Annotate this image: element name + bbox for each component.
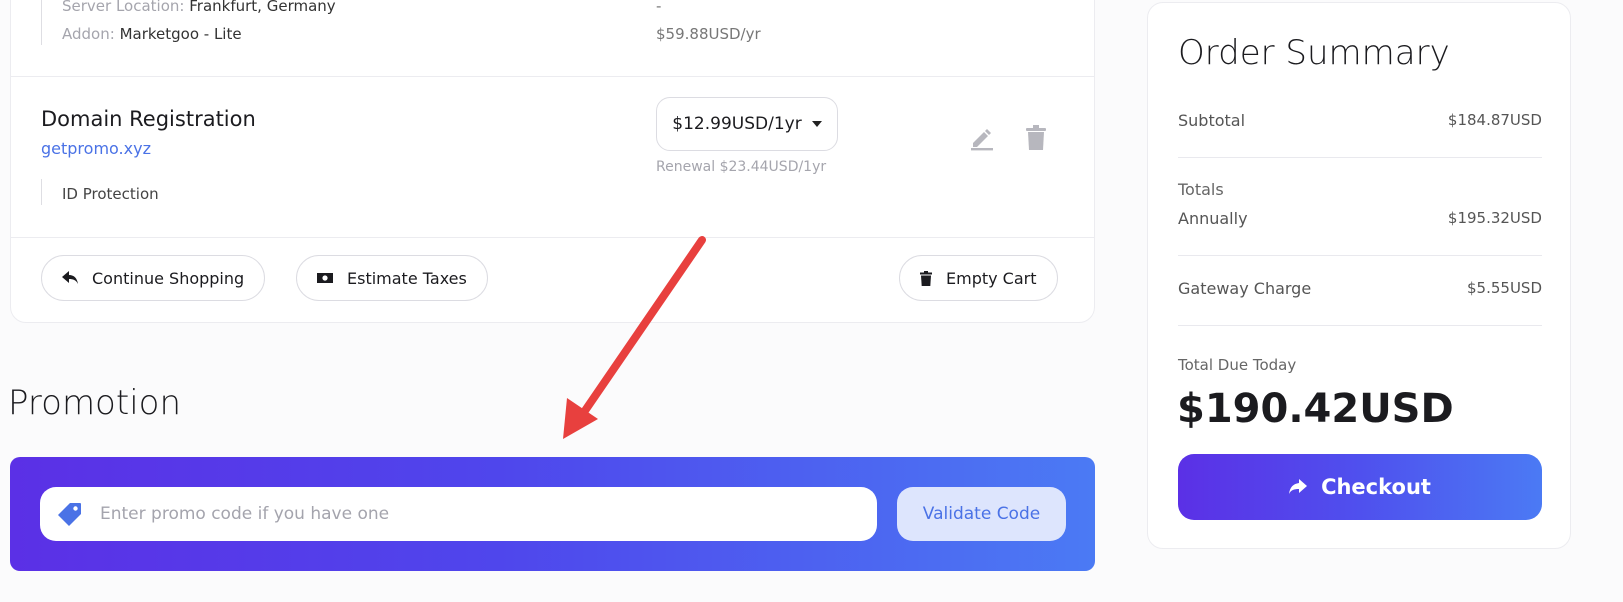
order-summary-panel: Order Summary Subtotal $184.87USD Totals… [1147, 2, 1571, 549]
annually-value: $195.32USD [1447, 209, 1542, 227]
promo-code-input[interactable] [100, 504, 860, 524]
divider [1178, 325, 1542, 326]
domain-price-select[interactable]: $12.99USD/1yr [656, 97, 838, 151]
promotion-heading: Promotion [8, 383, 181, 423]
addon-price: $59.88USD/yr [656, 25, 761, 43]
addon-label: Addon: [62, 25, 115, 43]
domain-price-selected: $12.99USD/1yr [672, 114, 802, 134]
domain-item: Domain Registration getpromo.xyz ID Prot… [11, 77, 1094, 238]
domain-title: Domain Registration [41, 107, 256, 131]
money-bill-icon [317, 273, 333, 283]
pencil-icon [971, 129, 993, 151]
addon-line: Addon: Marketgoo - Lite [62, 25, 242, 43]
promo-code-field[interactable] [40, 487, 877, 541]
details-divider [41, 0, 42, 45]
annually-label: Annually [1178, 209, 1248, 228]
server-location-line: Server Location: Frankfurt, Germany [62, 0, 336, 15]
domain-name-link[interactable]: getpromo.xyz [41, 139, 151, 158]
addon-value: Marketgoo - Lite [119, 25, 242, 43]
promotion-bar: Validate Code [10, 457, 1095, 571]
cart-card: Server Location: Frankfurt, Germany - Ad… [10, 0, 1095, 323]
estimate-taxes-label: Estimate Taxes [347, 268, 467, 288]
continue-shopping-label: Continue Shopping [92, 268, 245, 288]
server-location-price: - [656, 0, 662, 15]
gateway-charge-value: $5.55USD [1467, 279, 1542, 297]
gateway-charge-label: Gateway Charge [1178, 279, 1312, 298]
delete-button[interactable] [1021, 123, 1051, 153]
validate-code-button[interactable]: Validate Code [897, 487, 1066, 541]
share-arrow-icon [1289, 479, 1308, 494]
annually-row: Annually $195.32USD [1178, 209, 1542, 228]
reply-arrow-icon [62, 271, 78, 284]
chevron-down-icon [811, 121, 822, 127]
order-summary-heading: Order Summary [1178, 33, 1450, 73]
server-location-label: Server Location: [62, 0, 185, 15]
product-details: Server Location: Frankfurt, Germany - Ad… [11, 0, 1094, 77]
edit-button[interactable] [967, 123, 997, 153]
totals-label: Totals [1178, 180, 1224, 199]
checkout-button[interactable]: Checkout [1178, 454, 1542, 520]
continue-shopping-button[interactable]: Continue Shopping [41, 255, 266, 301]
trash-icon [920, 270, 932, 286]
empty-cart-label: Empty Cart [946, 268, 1037, 288]
addon-divider [41, 179, 42, 205]
subtotal-value: $184.87USD [1447, 111, 1542, 129]
gateway-charge-row: Gateway Charge $5.55USD [1178, 279, 1542, 298]
total-due-amount: $190.42USD [1177, 386, 1454, 432]
tag-icon [58, 503, 81, 526]
estimate-taxes-button[interactable]: Estimate Taxes [296, 255, 488, 301]
server-location-value: Frankfurt, Germany [189, 0, 336, 15]
validate-code-label: Validate Code [922, 504, 1041, 524]
domain-addon-id-protection: ID Protection [62, 185, 159, 203]
subtotal-label: Subtotal [1178, 111, 1246, 130]
divider [1178, 157, 1542, 158]
trash-icon [1026, 125, 1046, 150]
total-due-label: Total Due Today [1178, 356, 1297, 374]
empty-cart-button[interactable]: Empty Cart [899, 255, 1058, 301]
subtotal-row: Subtotal $184.87USD [1178, 111, 1542, 130]
divider [1178, 255, 1542, 256]
domain-renewal-price: Renewal $23.44USD/1yr [656, 159, 827, 175]
checkout-label: Checkout [1321, 475, 1431, 499]
